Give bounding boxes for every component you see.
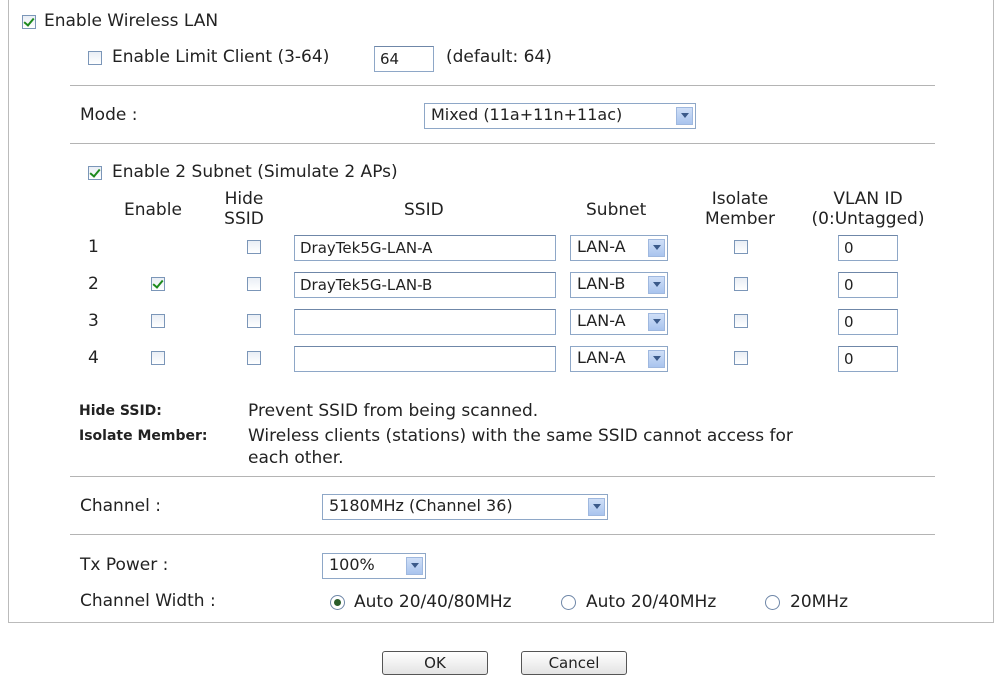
chevron-down-icon	[648, 313, 665, 331]
enable-wireless-checkbox[interactable]	[22, 15, 36, 29]
channel-width-option-80: Auto 20/40/80MHz	[354, 592, 512, 612]
note-isolate-member-text: Wireless clients (stations) with the sam…	[248, 426, 793, 446]
note-hide-ssid-text: Prevent SSID from being scanned.	[248, 401, 539, 421]
chevron-down-icon	[648, 276, 665, 294]
subnet-value: LAN-A	[577, 237, 626, 256]
col-header-vlan-2: (0:Untagged)	[811, 209, 925, 229]
channel-width-radio-80[interactable]	[330, 595, 345, 610]
note-isolate-member-text-2: each other.	[248, 448, 344, 468]
enable-row-checkbox[interactable]	[151, 277, 165, 291]
isolate-member-checkbox[interactable]	[734, 277, 748, 291]
channel-label: Channel :	[80, 496, 161, 516]
ok-button[interactable]: OK	[382, 651, 488, 675]
chevron-down-icon	[676, 107, 693, 125]
divider	[70, 476, 935, 477]
limit-client-hint: (default: 64)	[446, 47, 552, 67]
hide-ssid-checkbox[interactable]	[247, 240, 261, 254]
channel-value: 5180MHz (Channel 36)	[329, 496, 513, 515]
subnet-value: LAN-A	[577, 348, 626, 367]
col-header-enable: Enable	[124, 200, 182, 220]
col-header-ssid: SSID	[404, 200, 444, 220]
col-header-isolate-2: Member	[705, 209, 775, 229]
hide-ssid-checkbox[interactable]	[247, 351, 261, 365]
enable-wireless-label: Enable Wireless LAN	[44, 11, 219, 31]
divider	[70, 143, 935, 144]
ssid-input[interactable]	[294, 346, 556, 372]
channel-width-radio-20[interactable]	[765, 595, 780, 610]
chevron-down-icon	[648, 239, 665, 257]
row-number: 4	[88, 348, 99, 368]
mode-value: Mixed (11a+11n+11ac)	[431, 105, 623, 124]
tx-power-label: Tx Power :	[80, 555, 169, 575]
col-header-hide-1: Hide	[224, 189, 264, 209]
vlan-id-input[interactable]: 0	[838, 346, 898, 372]
tx-power-select[interactable]: 100%	[322, 553, 426, 579]
ssid-input[interactable]	[294, 309, 556, 335]
divider	[70, 85, 935, 86]
vlan-id-input[interactable]: 0	[838, 235, 898, 261]
vlan-id-input[interactable]: 0	[838, 309, 898, 335]
limit-client-input[interactable]: 64	[374, 46, 434, 72]
ssid-input[interactable]: DrayTek5G-LAN-B	[294, 272, 556, 298]
channel-select[interactable]: 5180MHz (Channel 36)	[322, 494, 608, 520]
limit-client-checkbox[interactable]	[88, 51, 102, 65]
subnet-select[interactable]: LAN-A	[570, 235, 668, 261]
channel-width-option-40: Auto 20/40MHz	[586, 592, 717, 612]
col-header-vlan-1: VLAN ID	[833, 189, 903, 209]
enable-row-checkbox[interactable]	[151, 351, 165, 365]
chevron-down-icon	[648, 350, 665, 368]
channel-width-option-20: 20MHz	[790, 592, 849, 612]
subnet-value: LAN-B	[577, 274, 626, 293]
tx-power-value: 100%	[329, 555, 375, 574]
enable-row-checkbox[interactable]	[151, 314, 165, 328]
mode-select[interactable]: Mixed (11a+11n+11ac)	[424, 103, 696, 129]
channel-width-label: Channel Width :	[80, 591, 216, 611]
col-header-hide-2: SSID	[224, 209, 264, 229]
enable-subnet-label: Enable 2 Subnet (Simulate 2 APs)	[112, 162, 398, 182]
isolate-member-checkbox[interactable]	[734, 314, 748, 328]
mode-label: Mode :	[80, 105, 138, 125]
subnet-select[interactable]: LAN-B	[570, 272, 668, 298]
row-number: 2	[88, 274, 99, 294]
isolate-member-checkbox[interactable]	[734, 351, 748, 365]
hide-ssid-checkbox[interactable]	[247, 277, 261, 291]
row-number: 3	[88, 311, 99, 331]
vlan-id-input[interactable]: 0	[838, 272, 898, 298]
ssid-input[interactable]: DrayTek5G-LAN-A	[294, 235, 556, 261]
col-header-subnet: Subnet	[586, 200, 647, 220]
note-isolate-member-label: Isolate Member:	[79, 428, 208, 444]
subnet-select[interactable]: LAN-A	[570, 309, 668, 335]
limit-client-label: Enable Limit Client (3-64)	[112, 47, 330, 67]
chevron-down-icon	[406, 557, 423, 575]
hide-ssid-checkbox[interactable]	[247, 314, 261, 328]
chevron-down-icon	[588, 498, 605, 516]
note-hide-ssid-label: Hide SSID:	[79, 403, 162, 419]
cancel-button[interactable]: Cancel	[521, 651, 627, 675]
subnet-select[interactable]: LAN-A	[570, 346, 668, 372]
isolate-member-checkbox[interactable]	[734, 240, 748, 254]
channel-width-radio-40[interactable]	[561, 595, 576, 610]
col-header-isolate-1: Isolate	[711, 189, 769, 209]
enable-subnet-checkbox[interactable]	[88, 166, 102, 180]
divider	[70, 534, 935, 535]
subnet-value: LAN-A	[577, 311, 626, 330]
row-number: 1	[88, 237, 99, 257]
